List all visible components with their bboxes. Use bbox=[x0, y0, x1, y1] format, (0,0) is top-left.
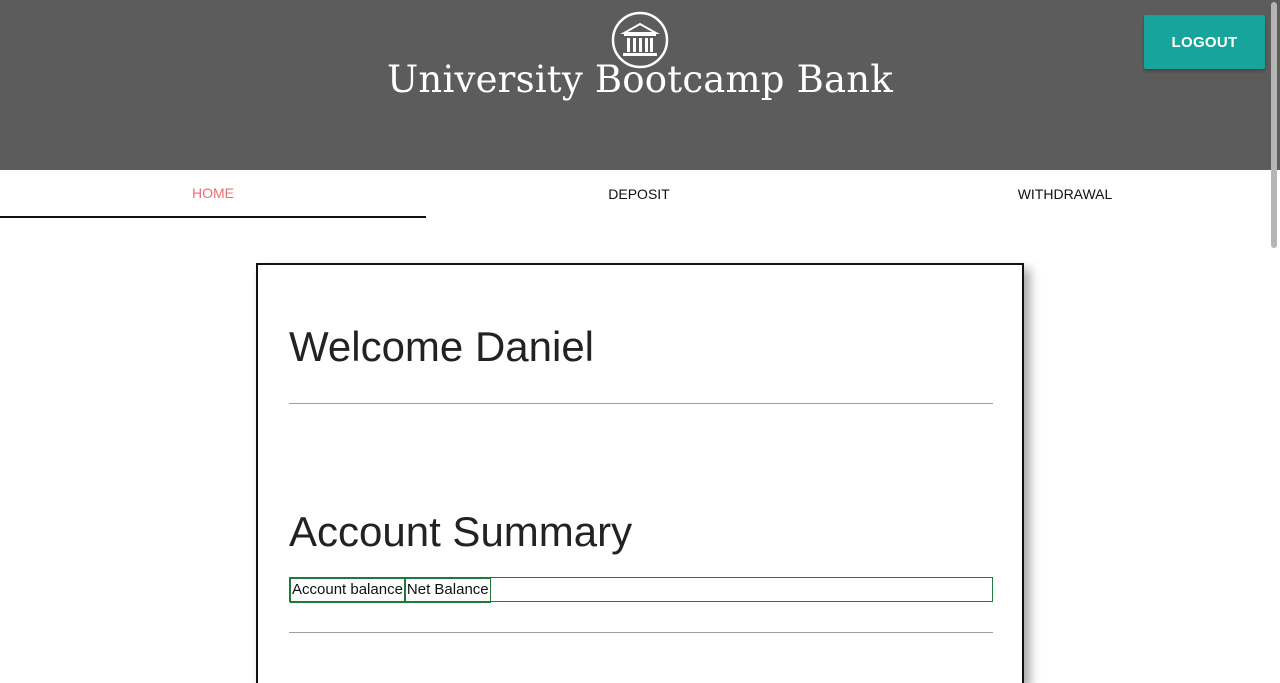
account-summary-table: Account balance Net Balance bbox=[289, 577, 993, 603]
account-summary-heading: Account Summary bbox=[289, 508, 633, 555]
welcome-heading: Welcome Daniel bbox=[289, 323, 595, 370]
tab-withdrawal[interactable]: WITHDRAWAL bbox=[852, 170, 1278, 218]
site-title: University Bootcamp Bank bbox=[387, 58, 893, 101]
header-banner: University Bootcamp Bank LOGOUT bbox=[0, 0, 1280, 170]
logout-button[interactable]: LOGOUT bbox=[1144, 15, 1265, 69]
tab-home[interactable]: HOME bbox=[0, 170, 426, 218]
nav-tabs: HOME DEPOSIT WITHDRAWAL bbox=[0, 170, 1280, 218]
tab-deposit[interactable]: DEPOSIT bbox=[426, 170, 852, 218]
divider bbox=[289, 632, 993, 633]
account-card: Welcome Daniel Account Summary Account b… bbox=[256, 263, 1024, 683]
net-balance-cell: Net Balance bbox=[404, 578, 491, 603]
divider bbox=[289, 403, 993, 404]
account-balance-cell: Account balance bbox=[290, 578, 405, 603]
